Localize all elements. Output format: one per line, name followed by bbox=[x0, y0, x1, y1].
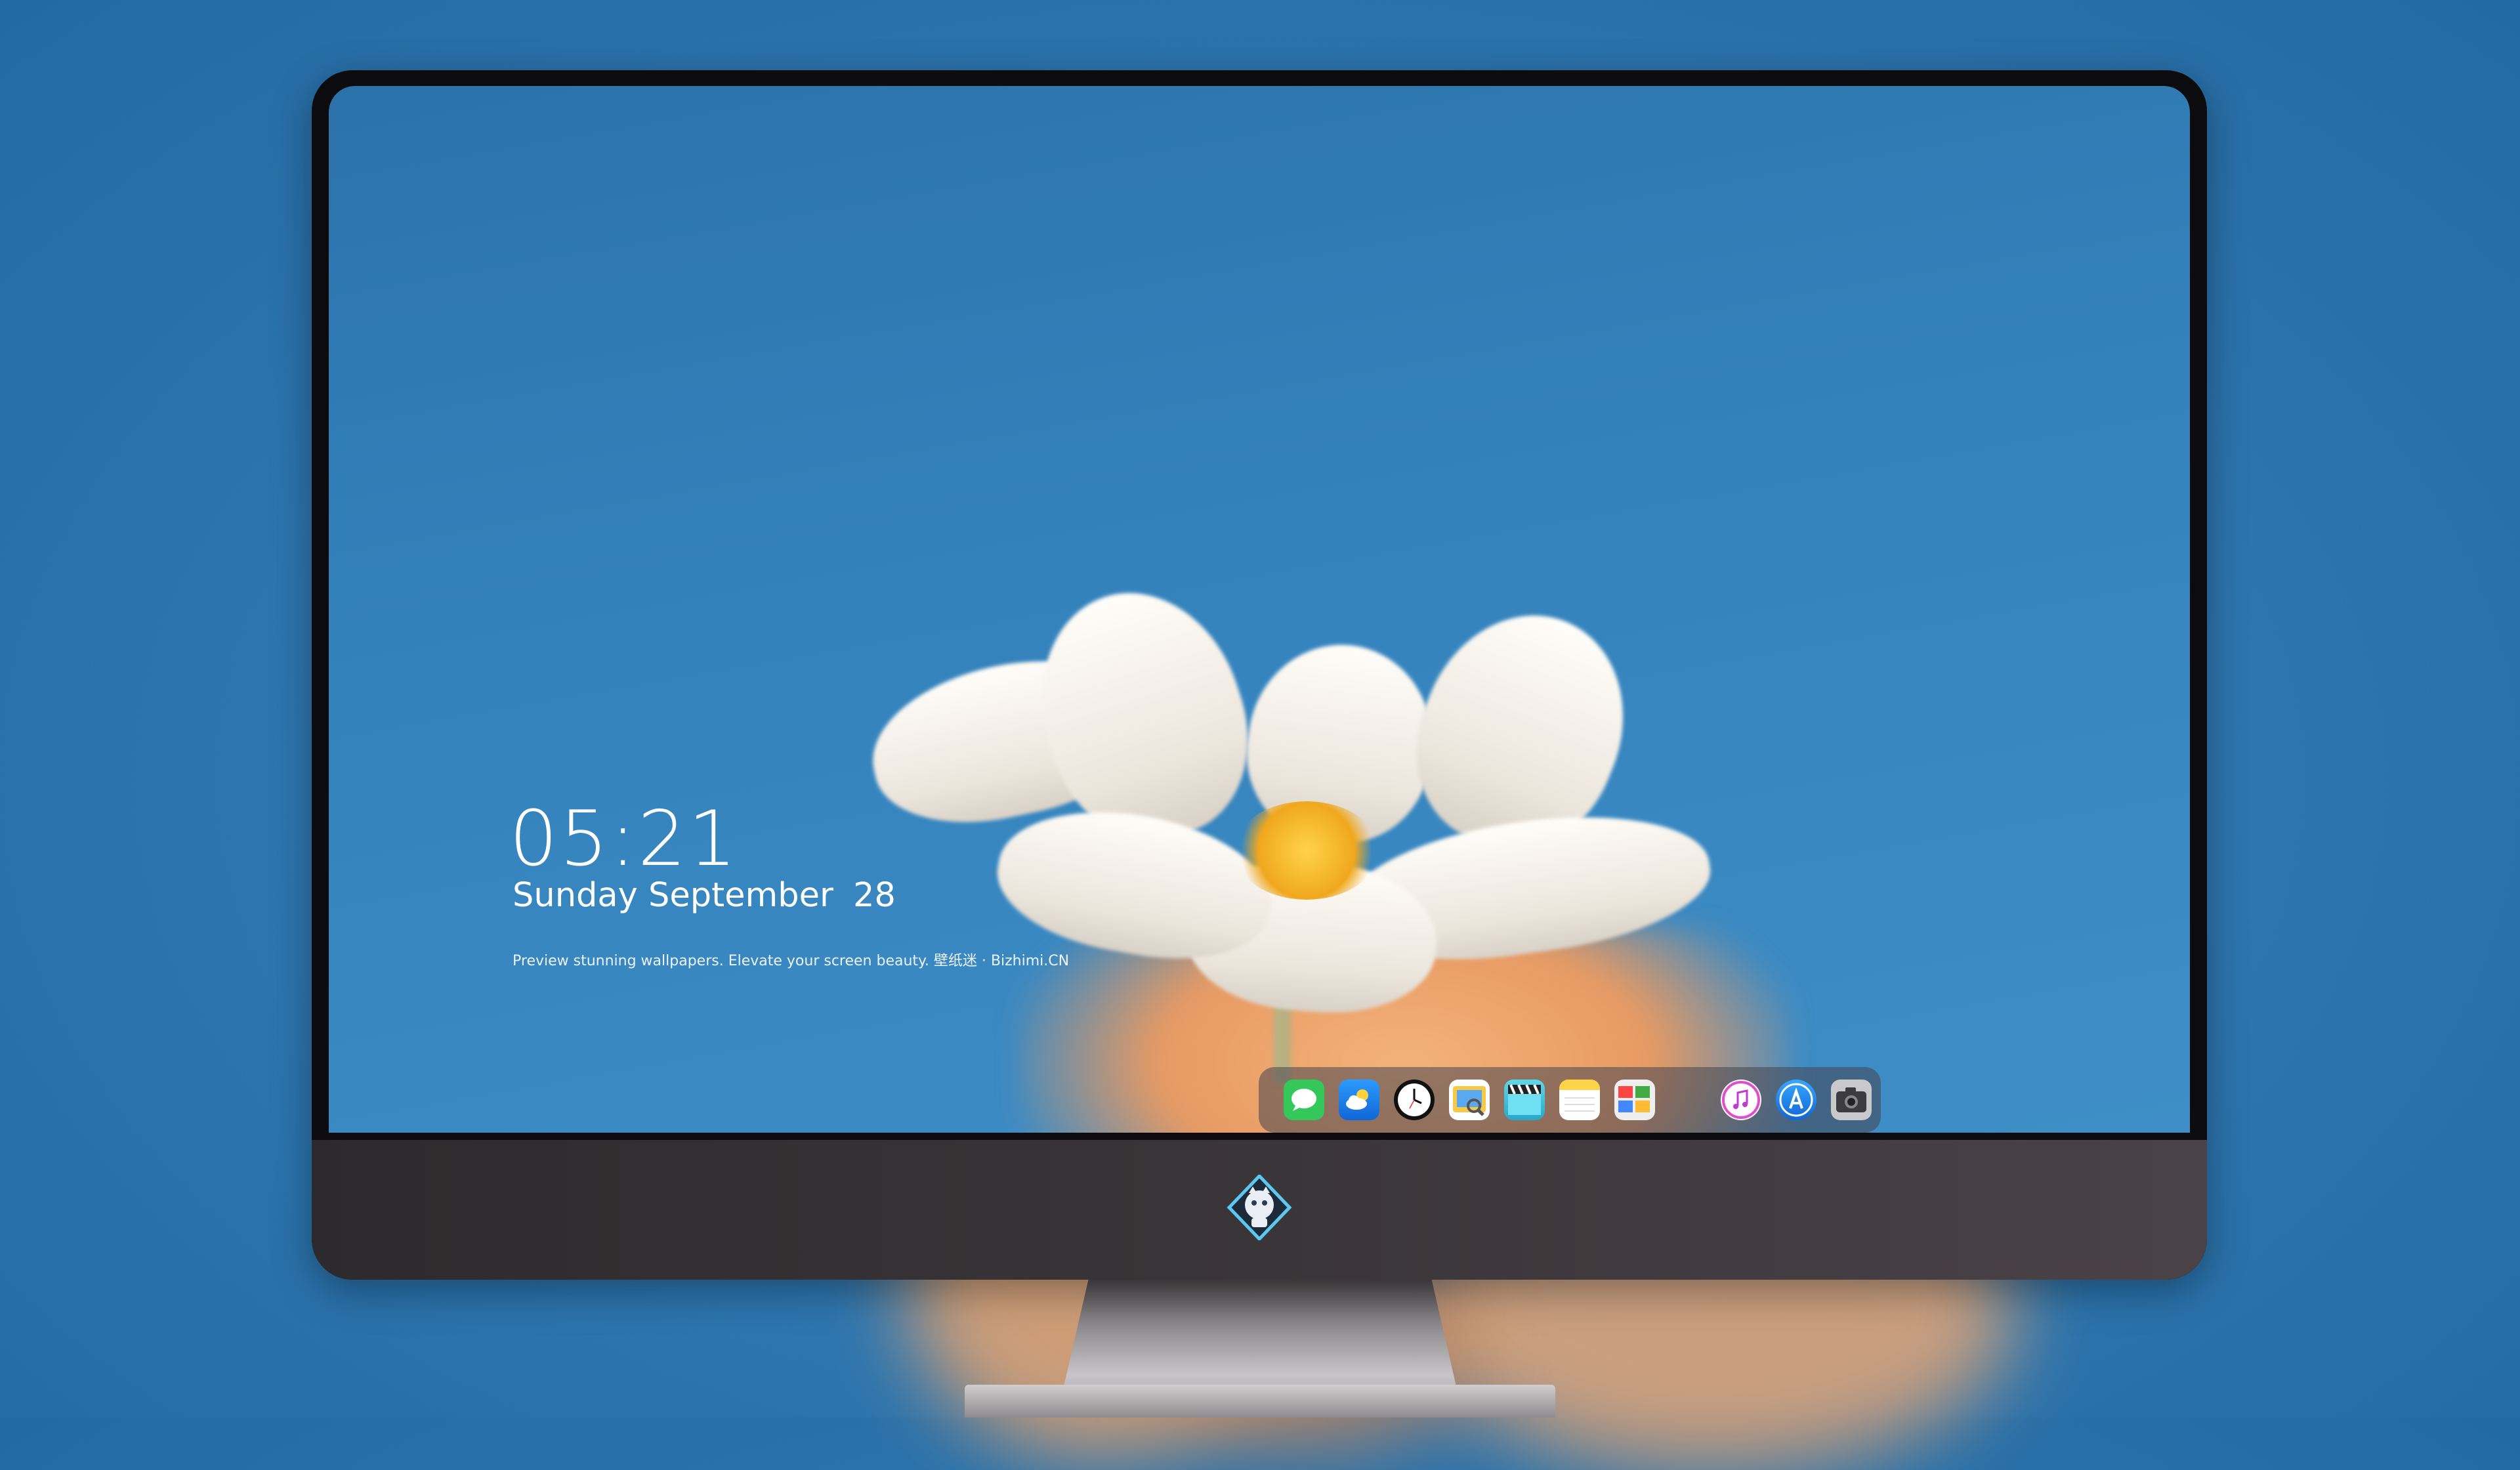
monitor: 05:21 Sunday September 28 Preview stunnin… bbox=[312, 70, 2207, 1280]
screenshot-camera-icon[interactable] bbox=[1831, 1080, 1872, 1120]
clock-day: 28 bbox=[852, 876, 896, 915]
monitor-stand-base bbox=[965, 1385, 1555, 1418]
messages-icon[interactable] bbox=[1284, 1080, 1324, 1120]
photo-browser-icon[interactable] bbox=[1614, 1080, 1655, 1120]
weather-icon[interactable] bbox=[1339, 1080, 1379, 1120]
wallpaper-tagline: Preview stunning wallpapers. Elevate you… bbox=[513, 953, 1070, 969]
dock bbox=[1259, 1067, 1881, 1133]
clock-date: Sunday September 28 bbox=[513, 876, 896, 915]
clock-time: 05:21 bbox=[509, 795, 739, 883]
clock-weekday-month: Sunday September bbox=[513, 876, 833, 915]
mascot-logo-icon bbox=[1227, 1173, 1292, 1242]
notes-icon[interactable] bbox=[1559, 1080, 1600, 1120]
video-clips-icon[interactable] bbox=[1504, 1080, 1545, 1120]
app-store-icon[interactable] bbox=[1776, 1080, 1816, 1120]
desktop-screen: 05:21 Sunday September 28 Preview stunnin… bbox=[329, 86, 2190, 1133]
flower-center bbox=[1234, 801, 1379, 900]
preview-icon[interactable] bbox=[1449, 1080, 1490, 1120]
clock-icon[interactable] bbox=[1394, 1080, 1435, 1120]
itunes-icon[interactable] bbox=[1721, 1080, 1761, 1120]
